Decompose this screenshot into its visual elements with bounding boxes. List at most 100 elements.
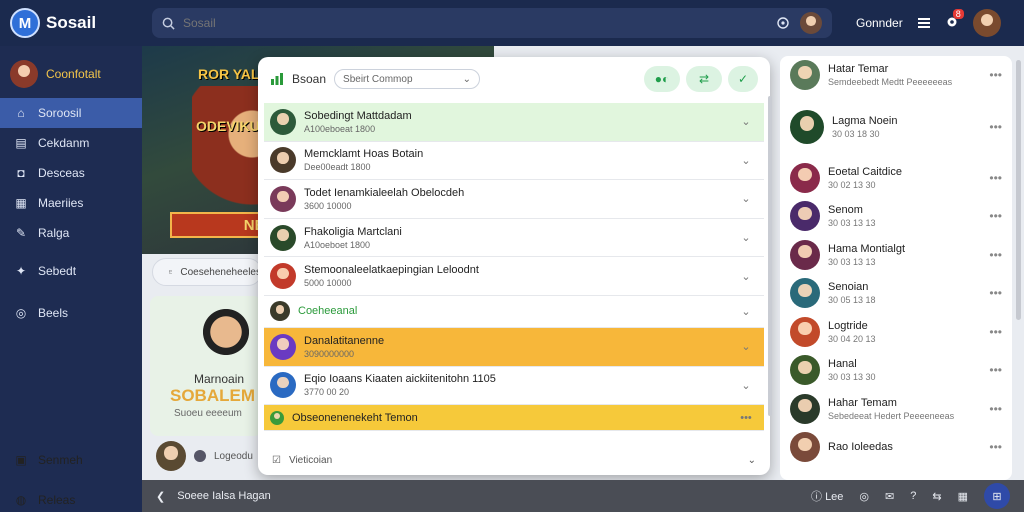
chevron-down-icon[interactable]: ⌄ bbox=[734, 115, 758, 128]
dropdown-select[interactable]: Sbeirt Commop ⌄ bbox=[334, 69, 481, 89]
sidebar-profile-name: Coonfotalt bbox=[46, 67, 101, 81]
dropdown-row[interactable]: Memcklamt Hoas Botain Dee00eadt 1800 ⌄ bbox=[264, 142, 764, 181]
sidebar-item-maeriies[interactable]: ▦ Maeriies bbox=[0, 188, 142, 218]
sidebar-item-sebedt[interactable]: ✦ Sebedt bbox=[0, 256, 142, 286]
row-avatar bbox=[270, 185, 296, 212]
chevron-down-icon[interactable]: ⌄ bbox=[734, 192, 758, 205]
friend-item[interactable]: Senom 30 03 13 13 ••• bbox=[780, 197, 1012, 236]
row-avatar bbox=[270, 224, 296, 251]
app-logo[interactable]: M Sosail bbox=[0, 8, 142, 38]
chat-icon[interactable]: ✉ bbox=[885, 490, 894, 503]
more-icon[interactable]: ••• bbox=[989, 286, 1002, 300]
page-scrollbar[interactable] bbox=[1016, 60, 1021, 320]
friend-status: 30 03 18 30 bbox=[832, 128, 880, 139]
grid-button[interactable]: ⊞ bbox=[984, 483, 1010, 509]
more-icon[interactable]: ••• bbox=[989, 402, 1002, 416]
dropdown-row[interactable]: Obseonenenekeht Temon ••• bbox=[264, 405, 764, 432]
dropdown-row[interactable]: Coeheeanal ⌄ bbox=[264, 296, 764, 328]
sidebar-item-senmeh[interactable]: ▣ Senmeh bbox=[0, 445, 142, 475]
check-button[interactable]: ✓ bbox=[728, 66, 758, 92]
info-icon[interactable]: ⓘ Lee bbox=[811, 488, 843, 504]
left-footer[interactable]: Logeodu bbox=[156, 441, 253, 471]
friend-avatar bbox=[790, 60, 820, 91]
friend-item[interactable]: Hanal 30 03 13 30 ••• bbox=[780, 351, 1012, 390]
more-icon[interactable]: ••• bbox=[989, 363, 1002, 377]
banner-title-top: ROR YAL bbox=[198, 66, 260, 82]
sidebar-item-label: Releas bbox=[38, 493, 76, 507]
chevron-down-icon[interactable]: ⌄ bbox=[734, 305, 758, 318]
left-footer-text: Logeodu bbox=[214, 450, 253, 462]
chevron-down-icon[interactable]: ⌄ bbox=[734, 231, 758, 244]
sidebar-item-ralga[interactable]: ✎ Ralga bbox=[0, 218, 142, 248]
sidebar-profile[interactable]: Coonfotalt bbox=[0, 46, 142, 98]
sidebar-item-cekdanm[interactable]: ▤ Cekdanm bbox=[0, 128, 142, 158]
friend-name: Senoian bbox=[828, 281, 869, 294]
row-subtitle: 3600 10000 bbox=[304, 200, 352, 211]
more-icon[interactable]: ••• bbox=[989, 120, 1002, 134]
dropdown-footer[interactable]: ☑ Vieticoian ⌄ bbox=[264, 447, 764, 473]
chevron-down-icon[interactable]: ⌄ bbox=[734, 154, 758, 167]
friend-status: 30 03 13 13 bbox=[828, 218, 876, 229]
user-avatar[interactable] bbox=[972, 9, 1001, 37]
friend-item[interactable]: Hatar Temar Semdeebedt Medtt Peeeeeeas ••• bbox=[780, 56, 1012, 95]
chevron-down-icon[interactable]: ⌄ bbox=[734, 340, 758, 353]
dropdown-row[interactable]: Danalatitanenne 3090000000 ⌄ bbox=[264, 327, 764, 367]
friend-name: Lagma Noein bbox=[832, 114, 898, 127]
more-icon[interactable]: ••• bbox=[989, 68, 1002, 82]
dropdown-row[interactable]: Todet Ienamkialeelah Obelocdeh 3600 10000… bbox=[264, 180, 764, 219]
sidebar-item-releas[interactable]: ◍ Releas bbox=[0, 485, 142, 512]
share-icon: ⇄ bbox=[698, 72, 710, 86]
share-icon[interactable]: ⇆ bbox=[932, 490, 941, 503]
share-button[interactable]: ⇄ bbox=[686, 66, 722, 92]
notification-button[interactable]: 8 bbox=[945, 8, 964, 32]
topbar-actions: Gonnder 8 bbox=[856, 0, 1001, 46]
dropdown-header: Bsoan Sbeirt Commop ⌄ ●◐ ⇄ ✓ bbox=[258, 57, 770, 101]
friend-item[interactable]: Hama Montialgt 30 03 13 13 ••• bbox=[780, 236, 1012, 275]
search-input[interactable] bbox=[183, 16, 768, 30]
more-icon[interactable]: ••• bbox=[989, 325, 1002, 339]
more-icon[interactable]: ••• bbox=[989, 209, 1002, 223]
row-subtitle: A10oeboet 1800 bbox=[304, 239, 371, 250]
profile-card[interactable]: Marnoain SOBALEM Suoeu eeeeum bbox=[150, 296, 262, 436]
back-icon[interactable]: ❮ bbox=[156, 490, 165, 503]
profile-avatar[interactable] bbox=[800, 12, 822, 34]
friend-status: Semdeebedt Medtt Peeeeeeas bbox=[828, 77, 953, 88]
friend-item[interactable]: Senoian 30 05 13 18 ••• bbox=[780, 274, 1012, 313]
friend-item[interactable]: Logtride 30 04 20 13 ••• bbox=[780, 313, 1012, 352]
search-bar[interactable] bbox=[152, 8, 832, 38]
banner-title-mid: ODEVIKU bbox=[196, 118, 260, 134]
dropdown-scrollbar[interactable] bbox=[768, 96, 772, 416]
friend-item[interactable]: Rao Ioleedas ••• bbox=[780, 428, 1012, 467]
sidebar-item-soroosil[interactable]: ⌂ Soroosil bbox=[0, 98, 142, 128]
more-icon[interactable]: ••• bbox=[734, 412, 758, 424]
dropdown-row[interactable]: Stemoonaleelatkaepingian Leloodnt 5000 10… bbox=[264, 257, 764, 296]
dropdown-row[interactable]: Fhakoligia Martclani A10oeboet 1800 ⌄ bbox=[264, 219, 764, 258]
friend-item[interactable]: Eoetal Caitdice 30 02 13 30 ••• bbox=[780, 159, 1012, 198]
friend-name: Hama Montialgt bbox=[828, 242, 906, 255]
chevron-down-icon[interactable]: ⌄ bbox=[734, 379, 758, 392]
more-icon[interactable]: ••• bbox=[989, 248, 1002, 262]
row-subtitle: 5000 10000 bbox=[304, 278, 352, 289]
friend-avatar bbox=[790, 109, 824, 144]
dropdown-row[interactable]: Sobedingt Mattdadam A100eboeat 1800 ⌄ bbox=[264, 103, 764, 142]
topbar-label[interactable]: Gonnder bbox=[856, 16, 903, 30]
help-icon[interactable]: ? bbox=[910, 490, 916, 502]
friend-item[interactable]: Hahar Temam Sebedeeat Hedert Peeeeneeas ••… bbox=[780, 390, 1012, 429]
friend-avatar bbox=[790, 355, 820, 386]
connect-icon[interactable] bbox=[776, 16, 790, 30]
left-chip[interactable]: Coeseheneheeles bbox=[152, 258, 262, 286]
sidebar-item-beels[interactable]: ◎ Beels bbox=[0, 298, 142, 328]
sidebar-item-desceas[interactable]: ◘ Desceas bbox=[0, 158, 142, 188]
menu-icon[interactable] bbox=[917, 16, 931, 30]
archive-icon[interactable]: ▦ bbox=[958, 490, 968, 503]
group-button[interactable]: ●◐ bbox=[644, 66, 680, 92]
dropdown-list: Sobedingt Mattdadam A100eboeat 1800 ⌄ Memck… bbox=[264, 103, 764, 432]
friend-item[interactable]: Lagma Noein 30 03 18 30 ••• bbox=[780, 95, 1012, 159]
refresh-icon[interactable]: ◎ bbox=[859, 490, 869, 503]
chevron-down-icon: ⌄ bbox=[462, 73, 472, 85]
more-icon[interactable]: ••• bbox=[989, 440, 1002, 454]
dropdown-row[interactable]: Eqio Ioaans Kiaaten aickiitenitohn 1105 3… bbox=[264, 367, 764, 406]
chevron-down-icon[interactable]: ⌄ bbox=[734, 270, 758, 283]
footer-avatar bbox=[156, 441, 186, 471]
more-icon[interactable]: ••• bbox=[989, 171, 1002, 185]
